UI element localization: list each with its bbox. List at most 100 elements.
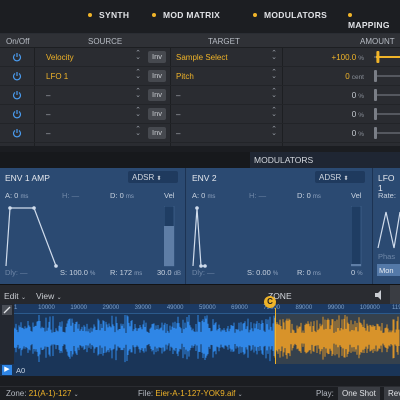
source-select[interactable]: – ⌃ ⌄ xyxy=(40,105,144,123)
waveform-graph[interactable] xyxy=(14,314,400,364)
power-icon[interactable] xyxy=(12,71,22,81)
tab-mapping[interactable]: MAPPING xyxy=(348,10,400,30)
tab-label: SYNTH xyxy=(99,10,130,20)
header-target: TARGET xyxy=(208,37,240,46)
env2-vel-label: Vel xyxy=(351,191,362,200)
env1-release[interactable]: R: 172 ms xyxy=(110,268,142,277)
chevron-down-icon: ⌄ xyxy=(56,295,62,301)
one-shot-button[interactable]: One Shot xyxy=(338,387,380,400)
invert-button[interactable]: Inv xyxy=(148,89,166,101)
amount-value[interactable]: 0 cent xyxy=(284,72,364,81)
zone-header-bg xyxy=(190,285,400,305)
invert-button[interactable]: Inv xyxy=(148,127,166,139)
waveform-display[interactable]: 1 10000 19000 29000 39000 49000 59000 69000 7900… xyxy=(0,296,400,364)
tab-label: MAPPING xyxy=(348,20,390,30)
sample-ruler: 1 10000 19000 29000 39000 49000 59000 69000 7900… xyxy=(14,304,400,314)
env1-sustain[interactable]: S: 100.0 % xyxy=(60,268,95,277)
env1-graph[interactable] xyxy=(4,202,156,268)
play-arrow-icon[interactable]: ▶ xyxy=(2,365,12,375)
env1-hold[interactable]: H: — xyxy=(62,191,79,200)
updown-icon: ⌃ ⌄ xyxy=(135,88,141,99)
env1-vel-slider[interactable] xyxy=(164,206,176,268)
updown-icon: ⬍ xyxy=(156,176,162,182)
loop-marker[interactable]: C xyxy=(264,296,276,308)
env2-attack[interactable]: A: 0 ms xyxy=(192,191,215,200)
invert-button[interactable]: Inv xyxy=(148,51,166,63)
matrix-row: – ⌃ ⌄ Inv – ⌃ ⌄ 0% xyxy=(0,105,400,124)
env1-vel-label: Vel xyxy=(164,191,175,200)
power-icon[interactable] xyxy=(12,128,22,138)
invert-button[interactable]: Inv xyxy=(148,108,166,120)
target-value: Sample Select xyxy=(176,53,228,62)
matrix-header: On/Off SOURCE TARGET AMOUNT xyxy=(0,34,400,48)
lfo1-rate-label[interactable]: Rate: xyxy=(378,191,396,200)
amount-value[interactable]: 0% xyxy=(284,129,364,138)
target-select[interactable]: – ⌃ ⌄ xyxy=(172,86,280,104)
source-select[interactable]: – ⌃ ⌄ xyxy=(40,124,144,142)
env1-delay[interactable]: Dly: — xyxy=(5,268,28,277)
env2-sustain[interactable]: S: 0.00 % xyxy=(247,268,278,277)
speaker-icon[interactable] xyxy=(374,290,386,300)
ruler-tick-label: 29000 xyxy=(102,305,120,311)
file-select[interactable]: File: Eier-A-1-127-YOK9.aif ⌄ xyxy=(138,389,243,398)
view-menu[interactable]: View ⌄ xyxy=(36,291,62,301)
pencil-icon[interactable] xyxy=(2,305,12,315)
amount-value[interactable]: +100.0% xyxy=(284,53,364,62)
power-icon[interactable] xyxy=(12,90,22,100)
env2-mode-select[interactable]: ADSR ⬍ xyxy=(315,171,365,183)
source-select[interactable]: – ⌃ ⌄ xyxy=(40,86,144,104)
env1-mode-select[interactable]: ADSR ⬍ xyxy=(128,171,178,183)
matrix-row: Velocity ⌃ ⌄ Inv Sample Select ⌃ ⌄ +100.0% xyxy=(0,48,400,67)
lfo1-mono-button[interactable]: Mon xyxy=(377,264,400,276)
zone-range[interactable]: Zone: 21(A-1)-127 ⌄ xyxy=(6,389,79,398)
play-label: Play: xyxy=(316,389,334,398)
env1-attack[interactable]: A: 0 ms xyxy=(5,191,28,200)
power-icon[interactable] xyxy=(12,109,22,119)
edit-menu[interactable]: Edit ⌄ xyxy=(4,291,26,301)
target-select[interactable]: – ⌃ ⌄ xyxy=(172,124,280,142)
ruler-tick-label: 19000 xyxy=(70,305,88,311)
env2-vel-slider[interactable] xyxy=(351,206,363,268)
env2-vel-value[interactable]: 0 % xyxy=(351,268,363,277)
zone-header-button[interactable] xyxy=(390,285,400,305)
env1-vel-value[interactable]: 30.0 dB xyxy=(157,268,181,277)
amount-slider[interactable] xyxy=(366,69,400,83)
env2-release[interactable]: R: 0 ms xyxy=(297,268,321,277)
amount-slider[interactable] xyxy=(366,107,400,121)
lfo1-phase-label[interactable]: Phas xyxy=(378,252,395,261)
env1-decay[interactable]: D: 0 ms xyxy=(110,191,134,200)
invert-button[interactable]: Inv xyxy=(148,70,166,82)
lfo1-waveform-display[interactable] xyxy=(376,208,400,252)
updown-icon: ⌃ ⌄ xyxy=(271,126,277,137)
target-value: Pitch xyxy=(176,72,194,81)
env1-mode-label: ADSR xyxy=(132,173,155,182)
tab-synth[interactable]: SYNTH xyxy=(88,10,129,25)
loop-marker-line[interactable] xyxy=(275,308,276,364)
tab-indicator-dot xyxy=(152,13,156,17)
env2-graph[interactable] xyxy=(191,202,343,268)
source-select[interactable]: LFO 1 ⌃ ⌄ xyxy=(40,67,144,85)
amount-slider[interactable] xyxy=(366,126,400,140)
env1-name: ENV 1 AMP xyxy=(5,173,50,183)
target-select[interactable]: Pitch ⌃ ⌄ xyxy=(172,67,280,85)
amount-slider[interactable] xyxy=(366,50,400,64)
top-tab-bar: SYNTH MOD MATRIX MODULATORS MAPPING xyxy=(0,0,400,34)
target-value: – xyxy=(176,91,181,100)
env2-decay[interactable]: D: 0 ms xyxy=(297,191,321,200)
ruler-tick-label: 109000 xyxy=(359,305,380,311)
amount-slider[interactable] xyxy=(366,88,400,102)
target-select[interactable]: – ⌃ ⌄ xyxy=(172,105,280,123)
header-source: SOURCE xyxy=(88,37,123,46)
tab-modulators[interactable]: MODULATORS xyxy=(253,10,327,25)
env2-delay[interactable]: Dly: — xyxy=(192,268,215,277)
updown-icon: ⌃ ⌄ xyxy=(135,126,141,137)
source-select[interactable]: Velocity ⌃ ⌄ xyxy=(40,48,144,66)
amount-value[interactable]: 0% xyxy=(284,110,364,119)
matrix-row: – ⌃ ⌄ Inv – ⌃ ⌄ 0% xyxy=(0,124,400,143)
tab-mod-matrix[interactable]: MOD MATRIX xyxy=(152,10,220,25)
amount-value[interactable]: 0% xyxy=(284,91,364,100)
target-select[interactable]: Sample Select ⌃ ⌄ xyxy=(172,48,280,66)
reverse-button[interactable]: Rev xyxy=(384,387,400,400)
power-icon[interactable] xyxy=(12,52,22,62)
env2-hold[interactable]: H: — xyxy=(249,191,266,200)
